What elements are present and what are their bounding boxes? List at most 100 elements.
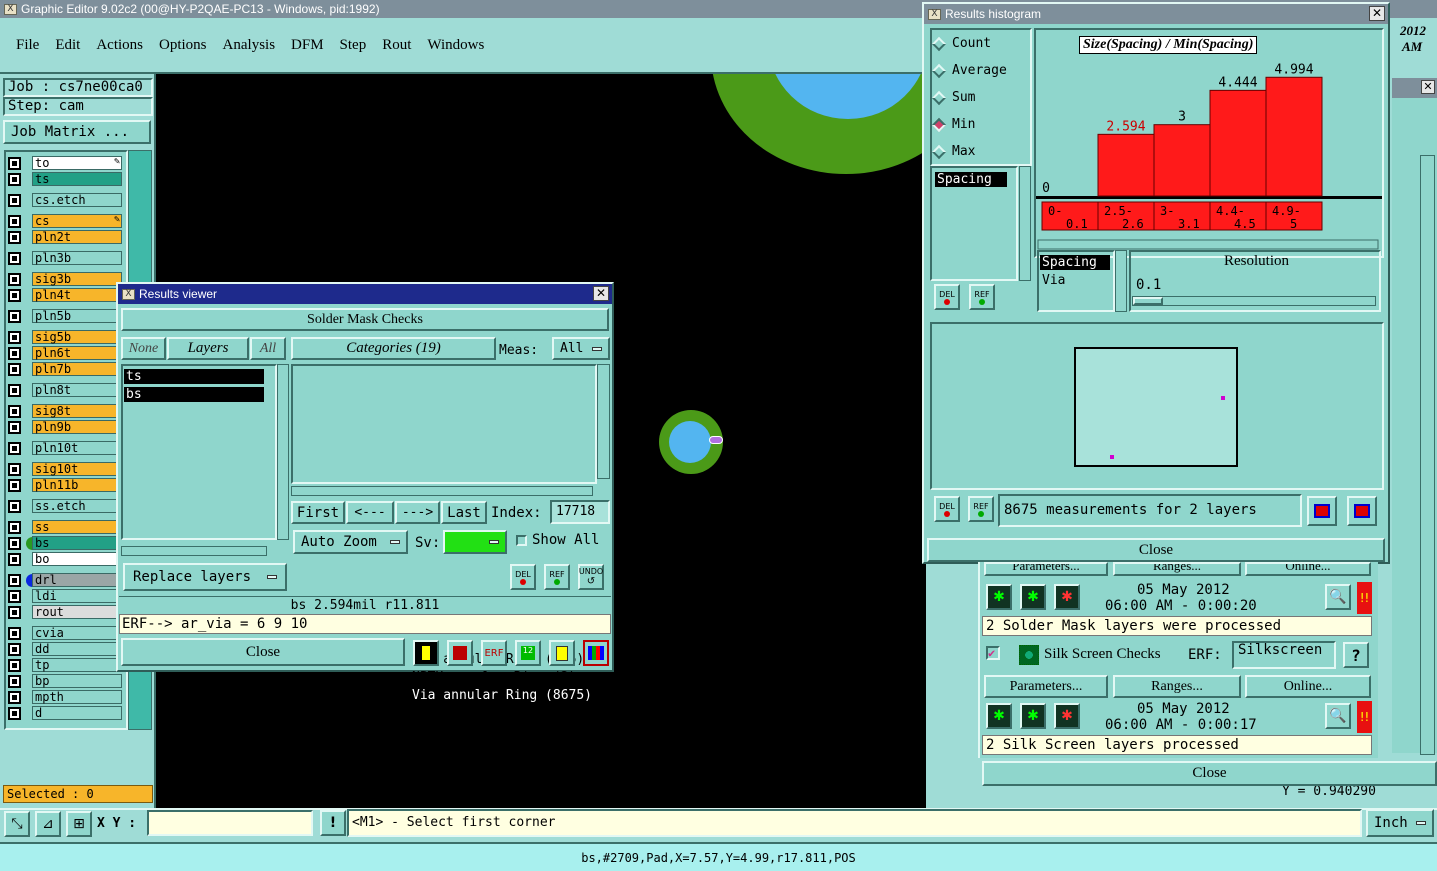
close-icon[interactable]: ✕ xyxy=(1369,6,1385,21)
layer-checkbox[interactable] xyxy=(8,231,21,244)
mode-min-radio[interactable]: Min xyxy=(931,117,975,132)
first-button[interactable]: First xyxy=(291,501,345,524)
layer-checkbox[interactable] xyxy=(8,289,21,302)
zoom-out-icon[interactable] xyxy=(1347,496,1377,526)
mode-average-radio[interactable]: Average xyxy=(931,63,1007,78)
attr-list-2-scroll[interactable] xyxy=(1115,250,1127,312)
info-button[interactable]: ! xyxy=(320,810,346,836)
layer-row-ss-etch[interactable]: ss.etch xyxy=(8,499,126,514)
layer-row-sig10t[interactable]: sig10t xyxy=(8,462,126,477)
layer-row-pln2t[interactable]: pln2t xyxy=(8,230,126,245)
ref-button[interactable]: REF xyxy=(968,496,994,522)
index-input[interactable]: 17718 xyxy=(550,500,610,524)
category-list[interactable] xyxy=(291,364,597,484)
layer-checkbox[interactable] xyxy=(8,627,21,640)
view-results-icon[interactable]: 🔍 xyxy=(1325,703,1351,729)
layer-row-pln10t[interactable]: pln10t xyxy=(8,441,126,456)
close-button[interactable]: Close xyxy=(121,638,405,666)
close-icon[interactable]: ✕ xyxy=(593,286,609,301)
layer-row-ldi[interactable]: ldi xyxy=(8,589,126,604)
close-button[interactable]: Close xyxy=(927,538,1385,562)
histogram-bar[interactable] xyxy=(1153,124,1211,197)
export-icon[interactable] xyxy=(447,640,473,666)
checks-scrollbar[interactable] xyxy=(1420,155,1435,755)
grid-icon[interactable]: ⊞ xyxy=(66,811,92,837)
attr-list-vscroll[interactable] xyxy=(1019,166,1031,281)
layer-row-pln8t[interactable]: pln8t xyxy=(8,383,126,398)
layer-row-cvia[interactable]: cvia xyxy=(8,626,126,641)
report-icon[interactable] xyxy=(549,640,575,666)
layer-row-tp[interactable]: tp xyxy=(8,658,126,673)
attr-list-2-item[interactable]: Spacing xyxy=(1040,255,1110,270)
layer-checkbox[interactable] xyxy=(8,215,21,228)
layer-checkbox[interactable] xyxy=(8,574,21,587)
attr-list-2-item[interactable]: Via xyxy=(1042,273,1065,288)
numbers-icon[interactable]: 12 xyxy=(515,640,541,666)
category-list-vscroll[interactable] xyxy=(597,364,610,479)
layer-list-hscroll[interactable] xyxy=(121,546,267,556)
ranges-button-2[interactable]: Ranges... xyxy=(1113,675,1241,698)
layers-none-button[interactable]: None xyxy=(121,337,166,360)
layer-row-dd[interactable]: dd xyxy=(8,642,126,657)
layer-row-rout[interactable]: rout xyxy=(8,605,126,620)
run-icon[interactable]: ✱ xyxy=(986,584,1012,610)
layer-row-pln3b[interactable]: pln3b xyxy=(8,251,126,266)
category-item[interactable]: SMD annular Ring (7691) xyxy=(410,706,705,721)
layer-row-pln6t[interactable]: pln6t xyxy=(8,346,126,361)
layer-row-to[interactable]: to ✎ xyxy=(8,156,126,171)
menu-edit[interactable]: Edit xyxy=(55,37,80,54)
layer-row-pln4t[interactable]: pln4t xyxy=(8,288,126,303)
layer-row-bs[interactable]: bs xyxy=(8,536,126,551)
layer-checkbox[interactable] xyxy=(8,273,21,286)
layer-checkbox[interactable] xyxy=(8,590,21,603)
sv-color-dropdown[interactable] xyxy=(443,530,507,554)
mode-max-radio[interactable]: Max xyxy=(931,144,975,159)
layer-row-bp[interactable]: bp xyxy=(8,674,126,689)
checks-close-button[interactable]: Close xyxy=(982,761,1437,786)
layers-all-button[interactable]: All xyxy=(250,337,286,360)
menu-dfm[interactable]: DFM xyxy=(291,37,324,54)
auto-zoom-dropdown[interactable]: Auto Zoom xyxy=(293,530,408,554)
info-icon[interactable] xyxy=(413,640,439,666)
meas-dropdown[interactable]: All xyxy=(552,337,610,360)
menu-analysis[interactable]: Analysis xyxy=(223,37,276,54)
view-results-icon[interactable]: 🔍 xyxy=(1325,584,1351,610)
categories-button[interactable]: Categories (19) xyxy=(291,337,496,360)
layers-label-button[interactable]: Layers xyxy=(167,337,249,360)
layer-checkbox[interactable] xyxy=(8,194,21,207)
menu-step[interactable]: Step xyxy=(340,37,367,54)
help-button[interactable]: ? xyxy=(1343,642,1369,668)
erf-disabled-icon[interactable]: ERF xyxy=(481,640,507,666)
run-selected-icon[interactable]: ✱ xyxy=(1020,703,1046,729)
layer-row-sig5b[interactable]: sig5b xyxy=(8,330,126,345)
silk-erf-input[interactable]: Silkscreen xyxy=(1232,641,1336,669)
stop-icon[interactable]: ✱ xyxy=(1054,584,1080,610)
silk-enable-checkbox[interactable]: ✔ xyxy=(986,646,1000,660)
layer-checkbox[interactable] xyxy=(8,707,21,720)
checks-close-icon[interactable]: ✕ xyxy=(1421,80,1435,94)
histogram-icon[interactable] xyxy=(583,640,609,666)
last-button[interactable]: Last xyxy=(441,501,487,524)
mode-sum-radio[interactable]: Sum xyxy=(931,90,975,105)
category-item[interactable]: NPTH annular Ring (2) xyxy=(410,670,705,685)
menu-actions[interactable]: Actions xyxy=(96,37,143,54)
menu-windows[interactable]: Windows xyxy=(427,37,484,54)
next-button[interactable]: ---> xyxy=(395,501,440,524)
layer-checkbox[interactable] xyxy=(8,691,21,704)
layer-checkbox[interactable] xyxy=(8,479,21,492)
parameters-button[interactable]: Parameters... xyxy=(984,562,1108,576)
histogram-bar[interactable] xyxy=(1265,76,1323,197)
layer-row-sig3b[interactable]: sig3b xyxy=(8,272,126,287)
layer-checkbox[interactable] xyxy=(8,157,21,170)
layer-row-ss[interactable]: ss xyxy=(8,520,126,535)
category-item[interactable]: PTH Pad Gasket (156) xyxy=(410,742,705,757)
histogram-bar[interactable] xyxy=(1097,133,1155,197)
run-icon[interactable]: ✱ xyxy=(986,703,1012,729)
menu-options[interactable]: Options xyxy=(159,37,207,54)
layer-checkbox[interactable] xyxy=(8,606,21,619)
undo-button[interactable]: UNDO ↺ xyxy=(578,564,604,590)
chart-hscroll[interactable] xyxy=(1037,239,1379,250)
run-selected-icon[interactable]: ✱ xyxy=(1020,584,1046,610)
layer-row-sig8t[interactable]: sig8t xyxy=(8,404,126,419)
replace-layers-dropdown[interactable]: Replace layers xyxy=(123,563,287,591)
